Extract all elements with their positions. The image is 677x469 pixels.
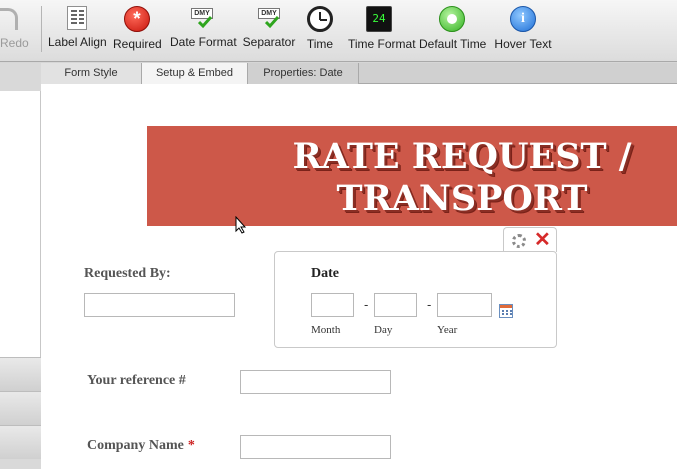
gear-icon[interactable] xyxy=(512,234,526,248)
left-panel-item[interactable] xyxy=(0,425,41,459)
reference-input[interactable] xyxy=(240,370,391,394)
required-icon: * xyxy=(124,6,150,32)
left-panel xyxy=(0,63,41,469)
time-label: Time xyxy=(306,37,334,51)
date-separator: - xyxy=(364,297,369,312)
redo-icon xyxy=(0,8,18,30)
hover-text-label: Hover Text xyxy=(494,37,552,51)
form-canvas: RATE REQUEST / TRANSPORT Requested By: ✕… xyxy=(41,84,677,469)
time-button[interactable]: Time xyxy=(303,4,337,56)
field-tools: ✕ xyxy=(503,227,557,252)
info-icon: i xyxy=(510,6,536,32)
toolbar: Redo Label Align * Required DMY Date For… xyxy=(0,0,677,62)
separator-label: Separator xyxy=(242,35,296,49)
form-title: RATE REQUEST / TRANSPORT xyxy=(292,136,632,219)
default-time-button[interactable]: Default Time xyxy=(419,4,487,56)
year-input[interactable] xyxy=(437,293,492,317)
label-align-button[interactable]: Label Align xyxy=(48,4,107,56)
left-panel-item[interactable] xyxy=(0,357,41,391)
time-format-button[interactable]: 24 Time Format xyxy=(348,4,416,56)
tab-properties-date[interactable]: Properties: Date xyxy=(248,63,359,84)
close-icon[interactable]: ✕ xyxy=(534,229,551,251)
date-label: Date xyxy=(311,266,339,281)
month-sublabel: Month xyxy=(311,324,341,336)
date-format-button[interactable]: DMY Date Format xyxy=(170,4,237,56)
date-field[interactable]: Date - - Month Day Year xyxy=(274,251,557,348)
tab-setup-embed[interactable]: Setup & Embed xyxy=(142,63,248,84)
day-input[interactable] xyxy=(374,293,417,317)
label-align-icon xyxy=(67,6,87,30)
tab-bar: Form Style Setup & Embed Properties: Dat… xyxy=(41,63,677,84)
required-label: Required xyxy=(113,37,162,51)
date-format-icon: DMY xyxy=(189,6,215,30)
date-format-label: Date Format xyxy=(170,35,237,49)
company-name-label: Company Name * xyxy=(87,438,195,453)
default-time-label: Default Time xyxy=(419,37,487,51)
separator-icon: DMY xyxy=(256,6,282,30)
required-button[interactable]: * Required xyxy=(113,4,162,56)
required-marker: * xyxy=(187,438,195,453)
reference-label: Your reference # xyxy=(87,373,186,388)
time-format-icon: 24 xyxy=(366,6,392,32)
time-format-label: Time Format xyxy=(348,37,416,51)
left-panel-item[interactable] xyxy=(0,391,41,425)
separator-button[interactable]: DMY Separator xyxy=(242,4,296,56)
year-sublabel: Year xyxy=(437,324,458,336)
toolbar-divider xyxy=(41,6,42,52)
company-name-input[interactable] xyxy=(240,435,391,459)
date-separator: - xyxy=(427,297,432,312)
month-input[interactable] xyxy=(311,293,354,317)
hover-text-button[interactable]: i Hover Text xyxy=(494,4,552,56)
tab-form-style[interactable]: Form Style xyxy=(41,63,142,84)
form-header-banner: RATE REQUEST / TRANSPORT xyxy=(147,126,677,226)
calendar-icon[interactable] xyxy=(499,304,513,318)
requested-by-label: Requested By: xyxy=(84,266,171,281)
requested-by-input[interactable] xyxy=(84,293,235,317)
clock-icon xyxy=(307,6,333,32)
default-time-icon xyxy=(439,6,465,32)
day-sublabel: Day xyxy=(374,324,393,336)
mouse-cursor-icon xyxy=(235,216,247,234)
redo-label: Redo xyxy=(0,36,29,50)
redo-button[interactable]: Redo xyxy=(0,4,29,54)
label-align-label: Label Align xyxy=(48,35,107,49)
